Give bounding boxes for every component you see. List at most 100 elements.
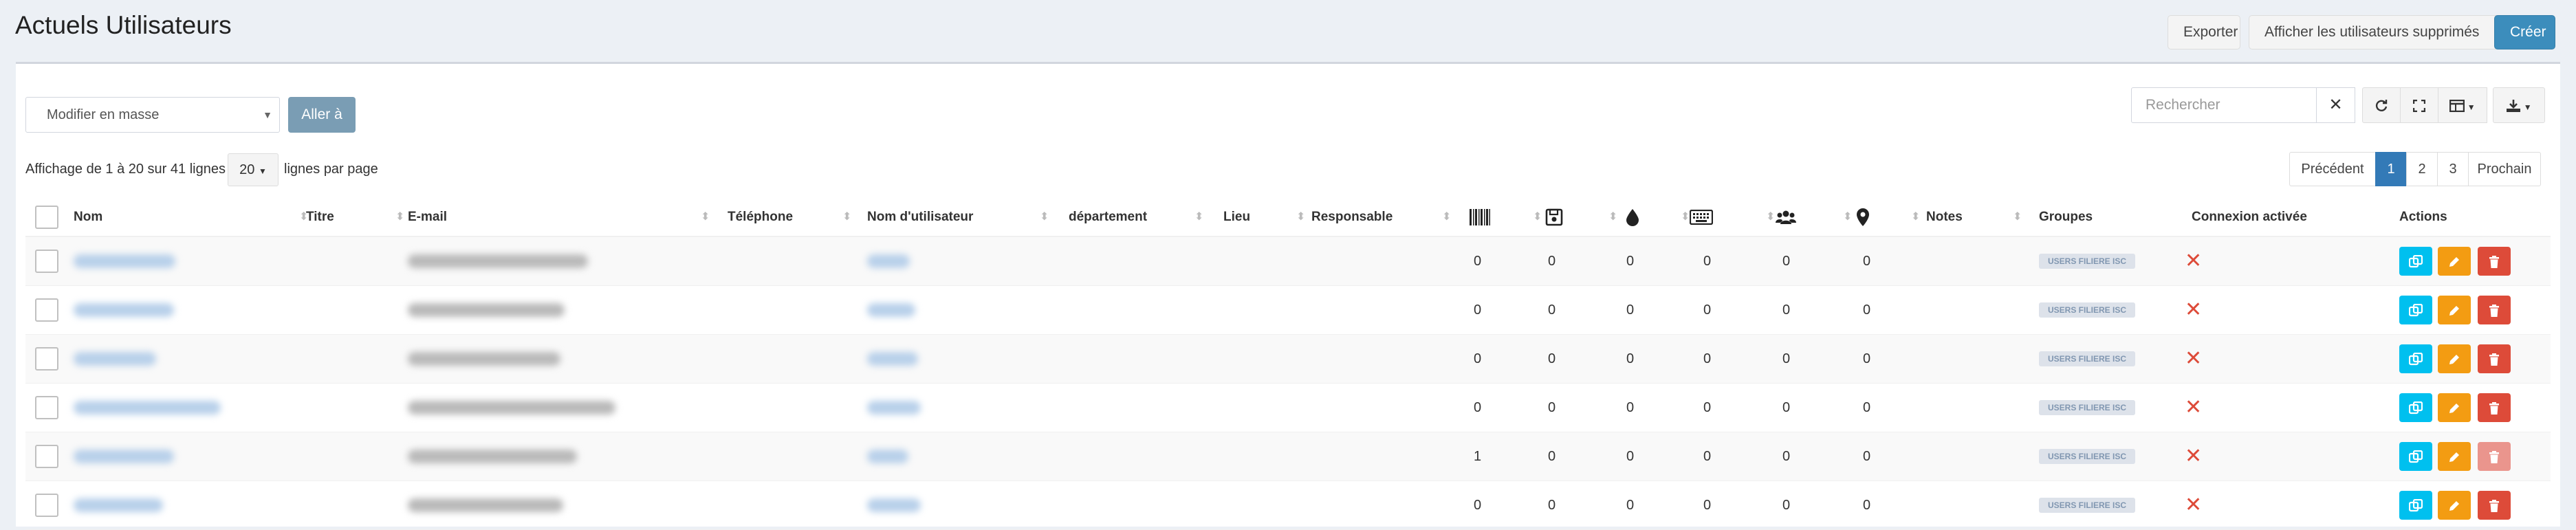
asset-count: 0	[1703, 302, 1712, 318]
user-email[interactable]	[408, 498, 563, 512]
pagination-next[interactable]: Prochain	[2468, 152, 2541, 186]
refresh-icon[interactable]	[2362, 87, 2401, 123]
column-header-groups[interactable]: Groupes	[2039, 199, 2093, 236]
column-header-login-enabled[interactable]: Connexion activée	[2192, 199, 2307, 236]
search-input[interactable]: Rechercher	[2131, 87, 2317, 123]
user-username-link[interactable]	[867, 254, 910, 268]
asset-count: 0	[1863, 498, 1871, 513]
floppy-disk-icon[interactable]	[1545, 199, 1563, 236]
delete-button[interactable]	[2478, 442, 2511, 471]
clone-button[interactable]	[2399, 296, 2432, 324]
column-header-department[interactable]: département	[1069, 199, 1147, 236]
clear-search-icon[interactable]: ✕	[2317, 87, 2355, 123]
delete-button[interactable]	[2478, 344, 2511, 373]
fullscreen-icon[interactable]	[2400, 87, 2438, 123]
delete-button[interactable]	[2478, 491, 2511, 520]
map-marker-icon[interactable]	[1856, 199, 1870, 236]
bulk-edit-select[interactable]: Modifier en masse ▼	[25, 97, 280, 133]
column-header-username[interactable]: Nom d'utilisateur	[867, 199, 973, 236]
clone-button[interactable]	[2399, 491, 2432, 520]
user-name-link[interactable]	[74, 498, 163, 512]
export-button[interactable]: Exporter	[2168, 15, 2240, 49]
user-username-link[interactable]	[867, 498, 921, 512]
trash-icon	[2489, 399, 2500, 416]
create-user-button[interactable]: Créer	[2494, 15, 2555, 49]
column-header-notes[interactable]: Notes	[1926, 199, 1963, 236]
pagination-page-1[interactable]: 1	[2375, 152, 2407, 186]
user-email[interactable]	[408, 401, 615, 415]
edit-button[interactable]	[2438, 491, 2471, 520]
asset-count: 0	[1474, 400, 1482, 415]
users-table: Nom ⬍ Titre ⬍ E-mail ⬍ Téléphone ⬍ Nom d…	[25, 199, 2551, 530]
asset-count: 0	[1626, 449, 1635, 464]
user-username-link[interactable]	[867, 401, 921, 415]
asset-count: 0	[1474, 254, 1482, 269]
drop-icon[interactable]	[1626, 199, 1639, 236]
column-header-email[interactable]: E-mail	[408, 199, 447, 236]
select-all-checkbox[interactable]	[35, 206, 58, 229]
column-header-name[interactable]: Nom	[74, 199, 102, 236]
user-username-link[interactable]	[867, 352, 918, 366]
row-checkbox[interactable]	[35, 445, 58, 468]
keyboard-icon[interactable]	[1690, 199, 1713, 236]
user-username-link[interactable]	[867, 450, 908, 463]
page-size-dropdown[interactable]: 20 ▼	[228, 153, 279, 186]
show-deleted-users-button[interactable]: Afficher les utilisateurs supprimés	[2249, 15, 2533, 49]
edit-button[interactable]	[2438, 393, 2471, 422]
pencil-icon	[2448, 252, 2460, 269]
table-row: 1 0 0 0 0 0 USERS FILIERE ISC ✕	[25, 432, 2551, 481]
user-email[interactable]	[408, 450, 577, 463]
row-checkbox[interactable]	[35, 494, 58, 517]
trash-icon	[2489, 252, 2500, 269]
user-email[interactable]	[408, 352, 560, 366]
group-badge: USERS FILIERE ISC	[2039, 254, 2135, 269]
asset-count: 0	[1863, 351, 1871, 366]
column-header-phone[interactable]: Téléphone	[728, 199, 793, 236]
user-name-link[interactable]	[74, 303, 174, 317]
trash-icon	[2489, 496, 2500, 514]
asset-count: 0	[1626, 351, 1635, 366]
download-icon[interactable]: ▼	[2493, 87, 2545, 123]
row-checkbox[interactable]	[35, 298, 58, 322]
table-row: 0 0 0 0 0 0 USERS FILIERE ISC ✕	[25, 335, 2551, 384]
user-name-link[interactable]	[74, 450, 174, 463]
clone-button[interactable]	[2399, 344, 2432, 373]
trash-icon	[2489, 301, 2500, 318]
edit-button[interactable]	[2438, 442, 2471, 471]
asset-count: 0	[1548, 254, 1556, 269]
user-name-link[interactable]	[74, 352, 156, 366]
column-header-manager[interactable]: Responsable	[1311, 199, 1393, 236]
asset-count: 0	[1863, 254, 1871, 269]
columns-icon[interactable]: ▼	[2438, 87, 2487, 123]
barcode-icon[interactable]	[1470, 199, 1490, 236]
user-email[interactable]	[408, 254, 588, 268]
asset-count: 0	[1782, 302, 1791, 318]
edit-button[interactable]	[2438, 247, 2471, 276]
user-username-link[interactable]	[867, 303, 915, 317]
edit-button[interactable]	[2438, 296, 2471, 324]
table-row: 0 0 0 0 0 0 USERS FILIERE ISC ✕	[25, 384, 2551, 432]
row-checkbox[interactable]	[35, 250, 58, 273]
delete-button[interactable]	[2478, 247, 2511, 276]
clone-button[interactable]	[2399, 393, 2432, 422]
asset-count: 0	[1548, 400, 1556, 415]
pencil-icon	[2448, 496, 2460, 514]
edit-button[interactable]	[2438, 344, 2471, 373]
delete-button[interactable]	[2478, 393, 2511, 422]
row-checkbox[interactable]	[35, 396, 58, 419]
delete-button[interactable]	[2478, 296, 2511, 324]
pagination-page-2[interactable]: 2	[2406, 152, 2438, 186]
pagination-previous[interactable]: Précédent	[2289, 152, 2376, 186]
asset-count: 0	[1548, 302, 1556, 318]
column-header-title[interactable]: Titre	[306, 199, 334, 236]
bulk-go-button[interactable]: Aller à	[288, 97, 356, 133]
clone-button[interactable]	[2399, 442, 2432, 471]
column-header-location[interactable]: Lieu	[1223, 199, 1250, 236]
row-checkbox[interactable]	[35, 347, 58, 371]
users-icon[interactable]	[1776, 199, 1796, 236]
user-name-link[interactable]	[74, 401, 221, 415]
user-email[interactable]	[408, 303, 565, 317]
pagination-page-3[interactable]: 3	[2437, 152, 2469, 186]
clone-button[interactable]	[2399, 247, 2432, 276]
user-name-link[interactable]	[74, 254, 175, 268]
